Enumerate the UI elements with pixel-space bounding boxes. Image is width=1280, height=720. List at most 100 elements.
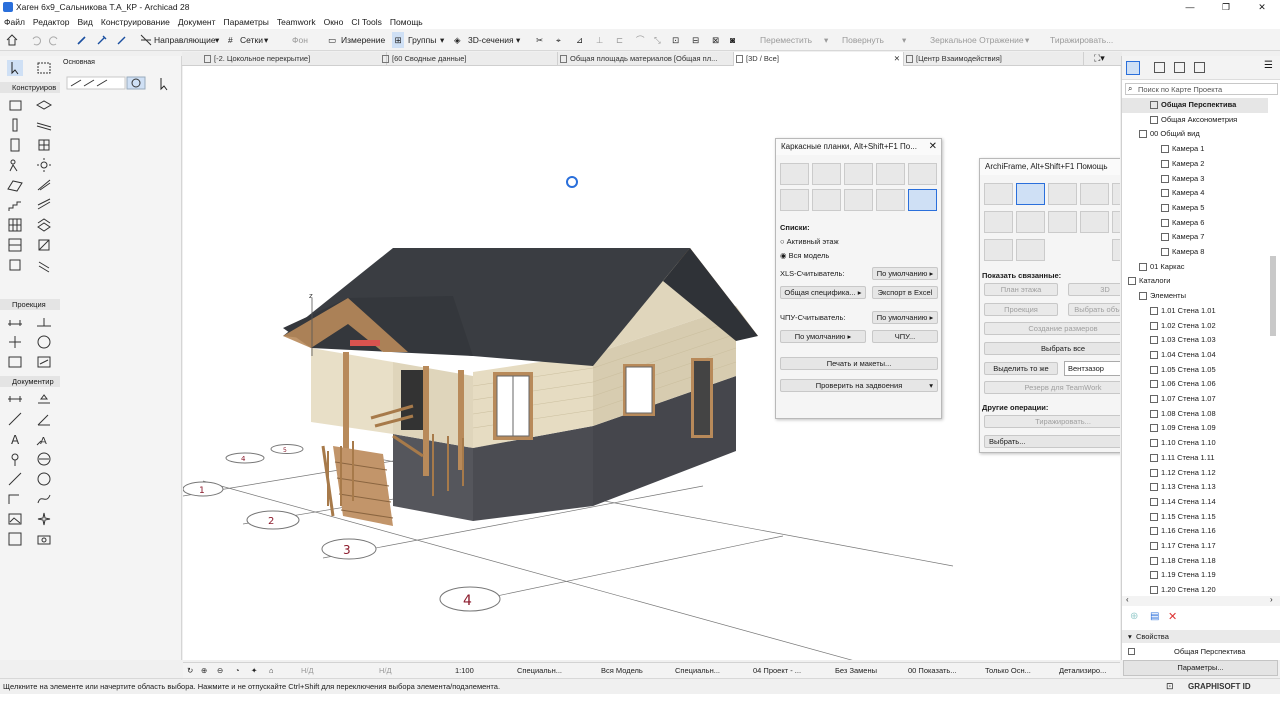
navigator-item[interactable]: 1.07 Стена 1.07	[1122, 392, 1268, 407]
split-icon[interactable]: ⌖	[556, 32, 561, 48]
layout-book-icon[interactable]	[1174, 62, 1185, 73]
frame-tool-3-icon[interactable]	[844, 163, 873, 185]
edit-icon[interactable]: ⊡	[672, 32, 679, 48]
rotate-dropdown-icon[interactable]: ▾	[902, 32, 906, 48]
frame-tool-7-icon[interactable]	[812, 189, 841, 211]
navigator-item[interactable]: Общая Аксонометрия	[1122, 113, 1268, 128]
section-document-header[interactable]: Документир	[0, 376, 60, 387]
level-dimension-tool-icon[interactable]	[36, 391, 52, 407]
home-icon[interactable]	[6, 32, 18, 48]
renovation-filter-dropdown[interactable]: 00 Показать...	[908, 666, 957, 675]
dimension-style-dropdown[interactable]: Детализиро...	[1059, 666, 1106, 675]
navigator-item[interactable]: 1.08 Стена 1.08	[1122, 407, 1268, 422]
layer-combo-dropdown[interactable]: Специальн...	[517, 666, 562, 675]
select-arrow-icon[interactable]	[1016, 183, 1045, 205]
navigator-item[interactable]: 1.14 Стена 1.14	[1122, 495, 1268, 510]
model-filter-dropdown[interactable]: Вся Модель	[601, 666, 643, 675]
navigator-item[interactable]: 1.05 Стена 1.05	[1122, 363, 1268, 378]
navigator-item[interactable]: 1.15 Стена 1.15	[1122, 510, 1268, 525]
column-tool-icon[interactable]	[7, 117, 23, 133]
beam-tool-icon[interactable]	[36, 117, 52, 133]
sections-3d-dropdown-icon[interactable]: ▾	[516, 32, 520, 48]
frame-tool-4-icon[interactable]	[876, 163, 905, 185]
create-dimensions-button[interactable]: Создание размеров	[984, 322, 1120, 335]
opening-tool-icon[interactable]	[36, 257, 52, 273]
orbit-icon[interactable]: ◔	[235, 666, 240, 675]
tab-materials-schedule[interactable]: Общая площадь материалов [Общая пл...	[558, 52, 734, 66]
navigator-item[interactable]: 1.20 Стена 1.20	[1122, 583, 1268, 596]
new-view-icon[interactable]: ⊕	[1130, 611, 1138, 622]
floor-plan-button[interactable]: План этажа	[984, 283, 1058, 296]
change-marker-tool-icon[interactable]	[7, 531, 23, 547]
properties-header[interactable]: ▾ Свойства	[1122, 630, 1280, 643]
highlight-same-button[interactable]: Выделить то же	[984, 362, 1058, 375]
rotate-button[interactable]: Повернуть	[842, 32, 884, 48]
zone-tool-icon[interactable]	[7, 237, 23, 253]
wrench-icon[interactable]	[984, 183, 1013, 205]
marquee-tool-icon[interactable]	[36, 60, 52, 76]
frame-palette-close-icon[interactable]: ✕	[929, 141, 937, 153]
align-icon[interactable]: ⊟	[692, 32, 699, 48]
polyline-tool-icon[interactable]	[7, 491, 23, 507]
navigator-item[interactable]: Камера 8	[1122, 245, 1268, 260]
menu-ci-tools[interactable]: CI Tools	[347, 15, 386, 29]
navigator-item[interactable]: 1.01 Стена 1.01	[1122, 304, 1268, 319]
project-map-icon[interactable]	[1126, 61, 1140, 75]
navigator-item[interactable]: 1.18 Стена 1.18	[1122, 554, 1268, 569]
menu-document[interactable]: Документ	[174, 15, 220, 29]
morph-tool-icon[interactable]	[36, 237, 52, 253]
structure-display-dropdown[interactable]: Специальн...	[675, 666, 720, 675]
tab-menu-icon[interactable]: ⛶▾	[1094, 53, 1105, 64]
redo-icon[interactable]	[48, 32, 60, 48]
navigator-item[interactable]: Камера 6	[1122, 216, 1268, 231]
graphic-override-dropdown[interactable]: Без Замены	[835, 666, 877, 675]
groups-dropdown-icon[interactable]: ▾	[440, 32, 444, 48]
hotspot-tool-icon[interactable]	[7, 451, 23, 467]
guides-dropdown-icon[interactable]: ▾	[215, 32, 219, 48]
dimension-tool-icon[interactable]	[7, 391, 23, 407]
adjust-icon[interactable]: ⊿	[576, 32, 583, 48]
navigator-item[interactable]: Камера 4	[1122, 186, 1268, 201]
minimize-button[interactable]: —	[1172, 0, 1208, 15]
navigator-menu-icon[interactable]: ☰	[1264, 60, 1273, 71]
zoom-out-icon[interactable]: ⊖	[217, 666, 223, 675]
element-tool-2-icon[interactable]	[1016, 211, 1045, 233]
section-view-header[interactable]: Проекция	[0, 299, 60, 310]
refresh-icon[interactable]: ↻	[1112, 239, 1120, 261]
navigator-search-input[interactable]: ⌕ Поиск по Карте Проекта	[1125, 83, 1278, 95]
fillet-icon[interactable]: ⌒	[636, 32, 645, 48]
zoom-in-icon[interactable]: ⊕	[201, 666, 207, 675]
cnc-tool-icon[interactable]	[908, 189, 937, 211]
section-design-header[interactable]: Конструиров	[0, 82, 60, 93]
door-tool-icon[interactable]	[7, 137, 23, 153]
print-layouts-button[interactable]: Печать и макеты...	[780, 357, 938, 370]
railing-tool-icon[interactable]	[36, 197, 52, 213]
parameters-button[interactable]: Параметры...	[1123, 660, 1278, 676]
gravity-icon[interactable]	[126, 76, 146, 90]
walk-icon[interactable]: ✦	[251, 666, 257, 675]
navigator-item[interactable]: Камера 1	[1122, 142, 1268, 157]
navigator-hscroll[interactable]: ‹ ›	[1122, 595, 1280, 606]
navigator-item[interactable]: 1.04 Стена 1.04	[1122, 348, 1268, 363]
scale-value[interactable]: 1:100	[455, 666, 474, 675]
distribute-icon[interactable]: ⊠	[712, 32, 719, 48]
frame-tool-5-icon[interactable]	[908, 163, 937, 185]
angle-dimension-tool-icon[interactable]	[36, 411, 52, 427]
slab-tool-icon[interactable]	[36, 97, 52, 113]
element-tool-5-icon[interactable]	[1112, 211, 1120, 233]
teamwork-reserve-button[interactable]: Резерв для TeamWork	[984, 381, 1120, 394]
move-dropdown-icon[interactable]: ▾	[824, 32, 828, 48]
navigator-item[interactable]: 1.06 Стена 1.06	[1122, 377, 1268, 392]
element-tool-6-icon[interactable]	[984, 239, 1013, 261]
navigator-item[interactable]: Камера 7	[1122, 230, 1268, 245]
choose-dropdown[interactable]: Выбрать...▸	[984, 435, 1120, 448]
publisher-icon[interactable]	[1194, 62, 1205, 73]
offset-icon[interactable]: ⊏	[616, 32, 623, 48]
menu-file[interactable]: Файл	[0, 15, 29, 29]
cnc-default2-dropdown[interactable]: По умолчанию ▸	[780, 330, 866, 343]
undo-icon[interactable]	[30, 32, 42, 48]
radio-active-floor[interactable]: ○ Активный этаж	[780, 237, 839, 246]
frame-tool-1-icon[interactable]	[780, 163, 809, 185]
delete-view-icon[interactable]: ✕	[1168, 610, 1177, 623]
scroll-right-icon[interactable]: ›	[1270, 595, 1273, 604]
